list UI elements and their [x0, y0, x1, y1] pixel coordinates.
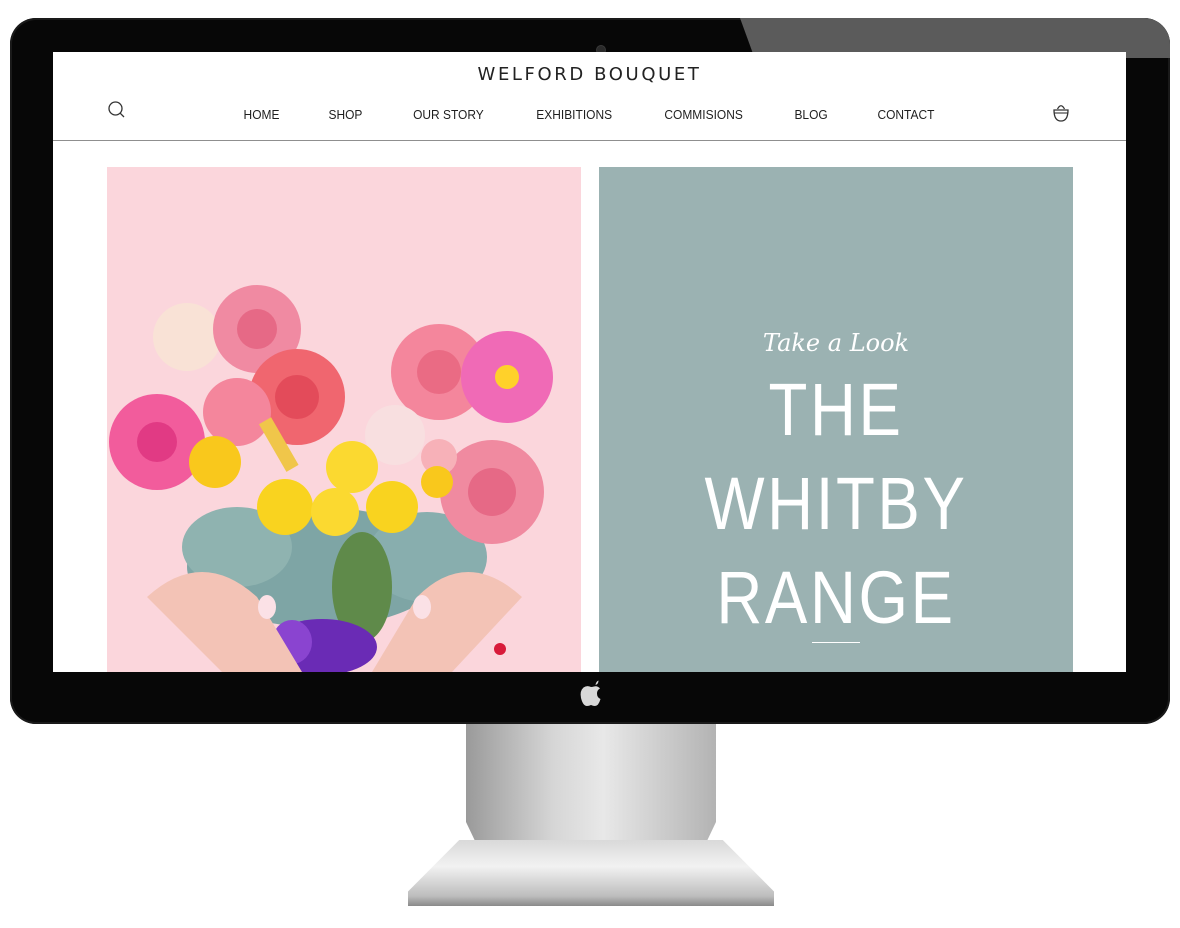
apple-logo-icon: [580, 680, 601, 706]
main-nav: HOME SHOP OUR STORY EXHIBITIONS COMMISIO…: [53, 107, 1126, 122]
site-header: WELFORD BOUQUET HOME SHOP OUR STORY EXHI…: [53, 52, 1126, 141]
monitor-stand-base: [408, 840, 774, 906]
flower-heart-bouquet-image: [109, 285, 553, 672]
hero-image-panel[interactable]: [107, 167, 581, 672]
hero-tagline: Take a Look: [762, 329, 910, 357]
hero-text-panel[interactable]: Take a Look THE WHITBY RANGE: [599, 167, 1073, 672]
nav-exhibitions[interactable]: EXHIBITIONS: [536, 107, 612, 122]
nav-commisions[interactable]: COMMISIONS: [665, 107, 743, 122]
hero-title-line-1: THE: [768, 368, 904, 451]
site-logo[interactable]: WELFORD BOUQUET: [53, 64, 1126, 85]
nav-contact[interactable]: CONTACT: [877, 107, 934, 122]
nav-home[interactable]: HOME: [244, 107, 280, 122]
nav-shop[interactable]: SHOP: [329, 107, 363, 122]
shopping-bag-icon[interactable]: [1051, 102, 1071, 124]
nav-blog[interactable]: BLOG: [794, 107, 827, 122]
nav-our-story[interactable]: OUR STORY: [413, 107, 484, 122]
browser-screen: WELFORD BOUQUET HOME SHOP OUR STORY EXHI…: [53, 52, 1126, 672]
hero-title-line-3: RANGE: [716, 556, 956, 639]
hero-divider: [812, 642, 860, 643]
hero-title-line-2: WHITBY: [704, 462, 968, 545]
